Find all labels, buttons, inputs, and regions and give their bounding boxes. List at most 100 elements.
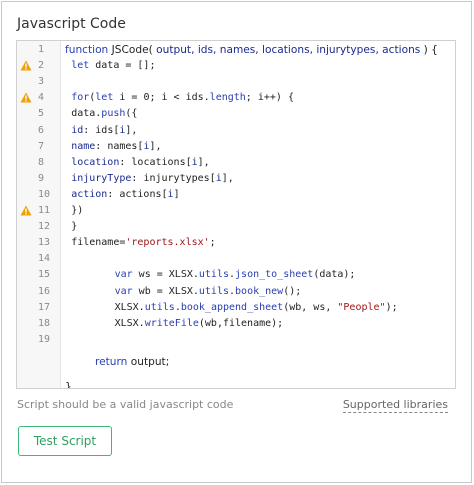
code-line: name: names[i], [71, 139, 161, 155]
code-token: XLSX. [114, 317, 145, 329]
code-line: data.push({ [71, 106, 137, 122]
gutter-line: 1 [17, 42, 60, 58]
code-token: let [71, 60, 90, 72]
code-token: i = 0; i < ids. [113, 92, 210, 104]
line-number: 15 [38, 269, 51, 281]
gutter-line: 3 [17, 74, 60, 90]
code-token: function [65, 44, 112, 56]
code-token: ws = XLSX. [132, 269, 199, 281]
code-line: var ws = XLSX.utils.json_to_sheet(data); [115, 267, 356, 283]
code-token: id [71, 124, 84, 136]
gutter-line: 6 [17, 123, 60, 139]
code-token: "People" [337, 301, 386, 313]
code-token: } [65, 381, 72, 389]
code-token: data. [71, 108, 102, 120]
gutter-line: 9 [17, 171, 60, 187]
code-token: output, ids, names, locations, injurytyp… [156, 44, 421, 56]
code-token: action [71, 188, 108, 200]
gutter-line: 5 [17, 106, 60, 122]
code-token: ) { [420, 44, 438, 56]
code-token: : ids[ [83, 124, 120, 136]
code-line: } [71, 219, 77, 235]
line-number: 6 [38, 124, 45, 136]
line-number: 10 [38, 188, 51, 200]
code-token: let [95, 92, 114, 104]
code-token: book_append_sheet [180, 301, 284, 313]
gutter-line: 10 [17, 187, 60, 203]
warning-icon[interactable] [20, 92, 32, 103]
code-token: utils [198, 269, 229, 281]
code-token: ], [149, 140, 162, 152]
line-number-gutter: 1 2 3 4 5 6 7 8 9 10 11 12 13 14 15 16 17 18 19 [17, 41, 60, 388]
code-token: JSCode( [111, 44, 157, 56]
code-token: } [71, 221, 78, 233]
code-line: } [65, 379, 72, 389]
code-token: location [71, 156, 120, 168]
code-line: for(let i = 0; i < ids.length; i++) { [71, 90, 294, 106]
gutter-line: 16 [17, 284, 60, 300]
code-token: wb = XLSX. [132, 285, 199, 297]
code-token: writeFile [144, 317, 199, 329]
code-line: location: locations[i], [71, 155, 210, 171]
supported-libraries-link[interactable]: Supported libraries [342, 398, 448, 413]
code-token: 'reports.xlsx' [125, 237, 210, 249]
code-token: data = []; [89, 60, 156, 72]
code-token: push [101, 108, 126, 120]
code-token: (wb, ws, [283, 301, 338, 313]
warning-icon[interactable] [20, 60, 32, 71]
code-token: ] [173, 188, 180, 200]
line-number: 7 [38, 140, 45, 152]
code-token: XLSX. [114, 301, 145, 313]
code-token: utils [144, 301, 175, 313]
gutter-line: 8 [17, 155, 60, 171]
code-token: ], [125, 124, 138, 136]
section-title: Javascript Code [17, 16, 126, 32]
gutter-line: 11 [17, 203, 60, 219]
code-text-area[interactable]: function JSCode( output, ids, names, loc… [60, 41, 455, 388]
line-number: 3 [38, 76, 45, 88]
code-token: : actions[ [107, 188, 168, 200]
gutter-line: 15 [17, 267, 60, 283]
validation-hint: Script should be a valid javascript code [17, 398, 234, 411]
test-script-button[interactable]: Test Script [18, 426, 112, 456]
line-number: 19 [38, 333, 51, 345]
code-line: return output; [95, 354, 169, 370]
line-number: 5 [38, 108, 45, 120]
code-token: ({ [125, 108, 138, 120]
gutter-line: 12 [17, 219, 60, 235]
code-token: ); [385, 301, 398, 313]
code-token: ], [197, 156, 210, 168]
code-token: (); [283, 285, 302, 297]
code-token: : locations[ [119, 156, 192, 168]
code-line: XLSX.utils.book_append_sheet(wb, ws, "Pe… [115, 300, 398, 316]
gutter-line: 17 [17, 300, 60, 316]
code-line: var wb = XLSX.utils.book_new(); [115, 284, 302, 300]
code-editor[interactable]: 1 2 3 4 5 6 7 8 9 10 11 12 13 14 15 16 17 18 19 function J… [16, 40, 456, 389]
code-line: injuryType: injurytypes[i], [71, 171, 234, 187]
warning-icon[interactable] [20, 205, 32, 216]
code-token: }) [71, 205, 84, 216]
line-number: 16 [38, 285, 51, 297]
line-number: 11 [38, 205, 51, 216]
code-token: name [71, 140, 96, 152]
code-token: utils [198, 285, 229, 297]
code-token: output; [130, 356, 170, 368]
line-number: 1 [38, 44, 45, 55]
code-token: length [209, 92, 246, 104]
code-token: filename= [71, 237, 126, 249]
line-number: 2 [38, 60, 45, 72]
code-line: }) [71, 203, 83, 219]
code-line: id: ids[i], [71, 123, 137, 139]
gutter-line: 14 [17, 251, 60, 267]
line-number: 18 [38, 317, 51, 329]
line-number: 17 [38, 301, 51, 313]
code-token: book_new [235, 285, 284, 297]
line-number: 8 [38, 156, 45, 168]
line-number: 9 [38, 172, 45, 184]
line-number: 13 [38, 237, 51, 249]
code-line: filename='reports.xlsx'; [71, 235, 216, 251]
line-number: 14 [38, 253, 51, 265]
gutter-line: 18 [17, 316, 60, 332]
code-token: for [71, 92, 90, 104]
code-token: : injurytypes[ [131, 172, 216, 184]
